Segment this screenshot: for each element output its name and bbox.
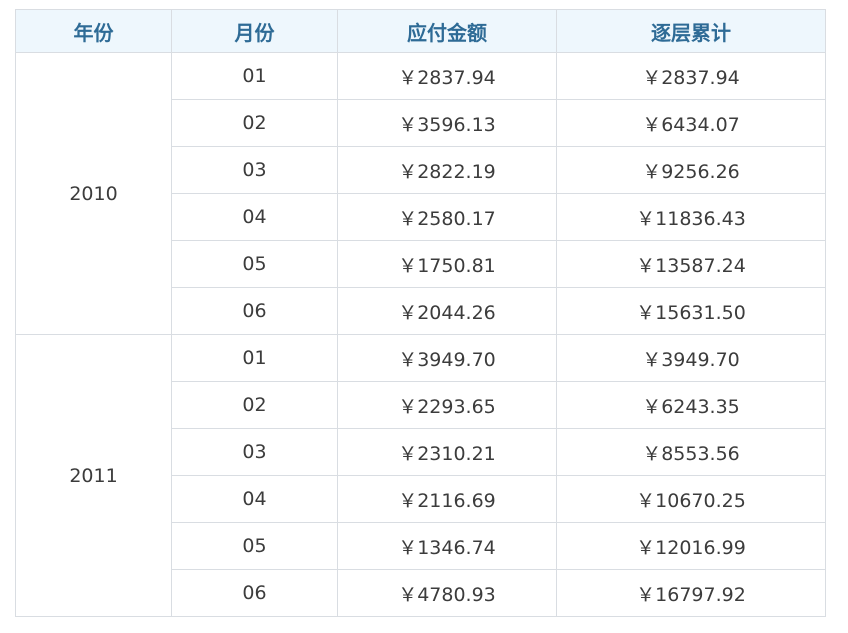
month-cell: 02 bbox=[171, 99, 338, 147]
month-cell: 06 bbox=[171, 287, 338, 335]
amount-cell: ￥2580.17 bbox=[337, 193, 557, 241]
amount-cell: ￥1750.81 bbox=[337, 240, 557, 288]
cumulative-cell: ￥6434.07 bbox=[556, 99, 826, 147]
cumulative-cell: ￥8553.56 bbox=[556, 428, 826, 476]
month-cell: 05 bbox=[171, 240, 338, 288]
month-cell: 06 bbox=[171, 569, 338, 617]
cumulative-cell: ￥16797.92 bbox=[556, 569, 826, 617]
payment-table: 年份 月份 应付金额 逐层累计 2010 01 ￥2837.94 ￥2837.9… bbox=[15, 9, 826, 617]
year-cell: 2011 bbox=[15, 334, 172, 617]
amount-cell: ￥2822.19 bbox=[337, 146, 557, 194]
amount-cell: ￥3596.13 bbox=[337, 99, 557, 147]
table-row: 2011 01 ￥3949.70 ￥3949.70 bbox=[15, 334, 826, 617]
month-cell: 01 bbox=[171, 334, 338, 382]
table-body: 2010 01 ￥2837.94 ￥2837.94 02 ￥3596.13 ￥6… bbox=[15, 52, 826, 617]
amount-cell: ￥2310.21 bbox=[337, 428, 557, 476]
cumulative-cell: ￥2837.94 bbox=[556, 52, 826, 100]
cumulative-cell: ￥15631.50 bbox=[556, 287, 826, 335]
cumulative-cell: ￥12016.99 bbox=[556, 522, 826, 570]
cumulative-cell: ￥9256.26 bbox=[556, 146, 826, 194]
month-cell: 03 bbox=[171, 146, 338, 194]
month-cell: 01 bbox=[171, 52, 338, 100]
amount-cell: ￥1346.74 bbox=[337, 522, 557, 570]
amount-cell: ￥2837.94 bbox=[337, 52, 557, 100]
header-amount: 应付金额 bbox=[337, 9, 557, 53]
month-cell: 02 bbox=[171, 381, 338, 429]
header-year: 年份 bbox=[15, 9, 172, 53]
cumulative-cell: ￥3949.70 bbox=[556, 334, 826, 382]
amount-cell: ￥2293.65 bbox=[337, 381, 557, 429]
cumulative-cell: ￥13587.24 bbox=[556, 240, 826, 288]
header-month: 月份 bbox=[171, 9, 338, 53]
month-cell: 04 bbox=[171, 475, 338, 523]
header-cumulative: 逐层累计 bbox=[556, 9, 826, 53]
amount-cell: ￥3949.70 bbox=[337, 334, 557, 382]
month-cell: 03 bbox=[171, 428, 338, 476]
cumulative-cell: ￥11836.43 bbox=[556, 193, 826, 241]
cumulative-cell: ￥6243.35 bbox=[556, 381, 826, 429]
payment-table-container: 年份 月份 应付金额 逐层累计 2010 01 ￥2837.94 ￥2837.9… bbox=[15, 9, 826, 617]
amount-cell: ￥2116.69 bbox=[337, 475, 557, 523]
month-cell: 04 bbox=[171, 193, 338, 241]
table-header: 年份 月份 应付金额 逐层累计 bbox=[15, 9, 826, 53]
amount-cell: ￥2044.26 bbox=[337, 287, 557, 335]
amount-cell: ￥4780.93 bbox=[337, 569, 557, 617]
year-cell: 2010 bbox=[15, 52, 172, 335]
cumulative-cell: ￥10670.25 bbox=[556, 475, 826, 523]
header-row: 年份 月份 应付金额 逐层累计 bbox=[15, 9, 826, 53]
table-row: 2010 01 ￥2837.94 ￥2837.94 bbox=[15, 52, 826, 335]
month-cell: 05 bbox=[171, 522, 338, 570]
